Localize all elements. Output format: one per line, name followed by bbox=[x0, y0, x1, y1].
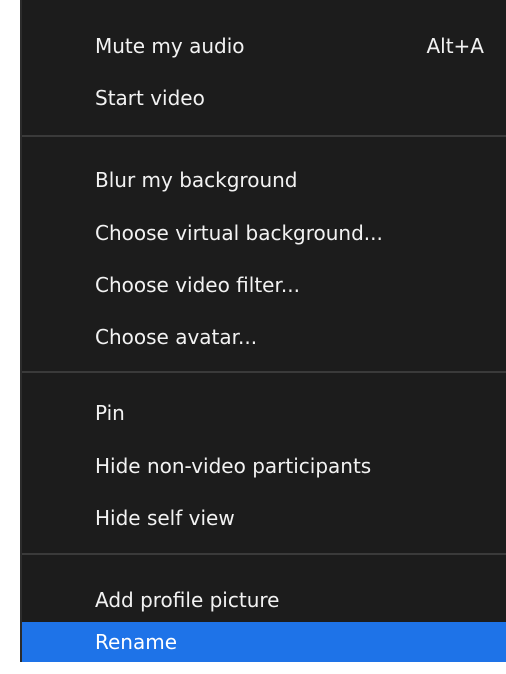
menu-separator bbox=[22, 553, 506, 555]
menu-item-hide-non-video[interactable]: Hide non-video participants bbox=[22, 446, 506, 486]
menu-item-label: Blur my background bbox=[95, 168, 298, 192]
menu-item-shortcut: Alt+A bbox=[426, 34, 484, 58]
menu-item-pin[interactable]: Pin bbox=[22, 393, 506, 433]
menu-item-video-filter[interactable]: Choose video filter... bbox=[22, 265, 506, 305]
menu-item-add-profile-picture[interactable]: Add profile picture bbox=[22, 580, 506, 620]
menu-item-label: Choose video filter... bbox=[95, 273, 300, 297]
menu-item-label: Hide non-video participants bbox=[95, 454, 372, 478]
menu-item-choose-avatar[interactable]: Choose avatar... bbox=[22, 317, 506, 357]
menu-item-start-video[interactable]: Start video bbox=[22, 78, 506, 118]
menu-separator bbox=[22, 371, 506, 373]
menu-item-label: Pin bbox=[95, 401, 125, 425]
menu-item-virtual-background[interactable]: Choose virtual background... bbox=[22, 213, 506, 253]
menu-item-label: Mute my audio bbox=[95, 34, 245, 58]
menu-item-label: Start video bbox=[95, 86, 205, 110]
menu-item-rename[interactable]: Rename bbox=[22, 622, 506, 662]
menu-item-label: Rename bbox=[95, 630, 178, 654]
menu-item-label: Choose virtual background... bbox=[95, 221, 383, 245]
menu-item-label: Add profile picture bbox=[95, 588, 280, 612]
menu-item-label: Hide self view bbox=[95, 506, 235, 530]
menu-item-label: Choose avatar... bbox=[95, 325, 258, 349]
participant-context-menu: Mute my audio Alt+A Start video Blur my … bbox=[22, 0, 506, 662]
menu-item-hide-self-view[interactable]: Hide self view bbox=[22, 498, 506, 538]
menu-item-mute-audio[interactable]: Mute my audio Alt+A bbox=[22, 26, 506, 66]
menu-item-blur-background[interactable]: Blur my background bbox=[22, 160, 506, 200]
menu-separator bbox=[22, 135, 506, 137]
